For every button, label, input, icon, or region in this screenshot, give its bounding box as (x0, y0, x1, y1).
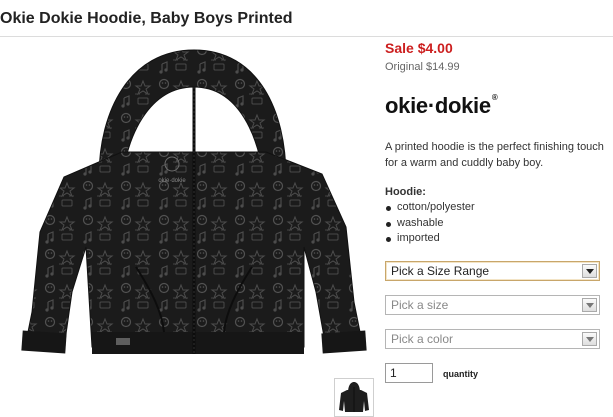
size-select[interactable]: Pick a size (385, 295, 600, 315)
quantity-label: quantity (443, 369, 478, 379)
chevron-down-icon[interactable] (582, 332, 597, 346)
right-cuff (321, 330, 367, 354)
color-select-value: Pick a color (391, 332, 454, 346)
title-divider (0, 36, 613, 37)
size-select-value: Pick a size (391, 298, 449, 312)
original-price: Original $14.99 (385, 61, 460, 73)
page-title: Okie Dokie Hoodie, Baby Boys Printed (0, 10, 293, 27)
brand-logo: okie·dokie® (385, 93, 498, 119)
hoodie-illustration: okie·dokie (21, 49, 367, 354)
list-item: imported (385, 231, 475, 247)
sale-price: Sale $4.00 (385, 40, 453, 56)
chest-logo-text: okie·dokie (158, 178, 186, 184)
left-cuff (21, 330, 67, 354)
size-range-select-value: Pick a Size Range (391, 264, 490, 278)
list-item: washable (385, 216, 475, 232)
chevron-down-icon[interactable] (582, 264, 597, 278)
hem-tag (116, 338, 130, 345)
list-item: cotton/polyester (385, 200, 475, 216)
chevron-down-icon[interactable] (582, 298, 597, 312)
product-thumbnail[interactable] (334, 378, 374, 417)
product-main-image[interactable]: okie·dokie (4, 42, 374, 372)
details-list: cotton/polyester washable imported (385, 200, 475, 247)
details-heading: Hoodie: (385, 186, 426, 198)
size-range-select[interactable]: Pick a Size Range (385, 261, 600, 281)
registered-mark: ® (491, 93, 498, 102)
brand-logo-text: okie·dokie (385, 93, 491, 118)
quantity-input[interactable] (385, 363, 433, 383)
color-select[interactable]: Pick a color (385, 329, 600, 349)
product-description: A printed hoodie is the perfect finishin… (385, 141, 604, 169)
hoodie-thumbnail-icon (335, 379, 373, 416)
